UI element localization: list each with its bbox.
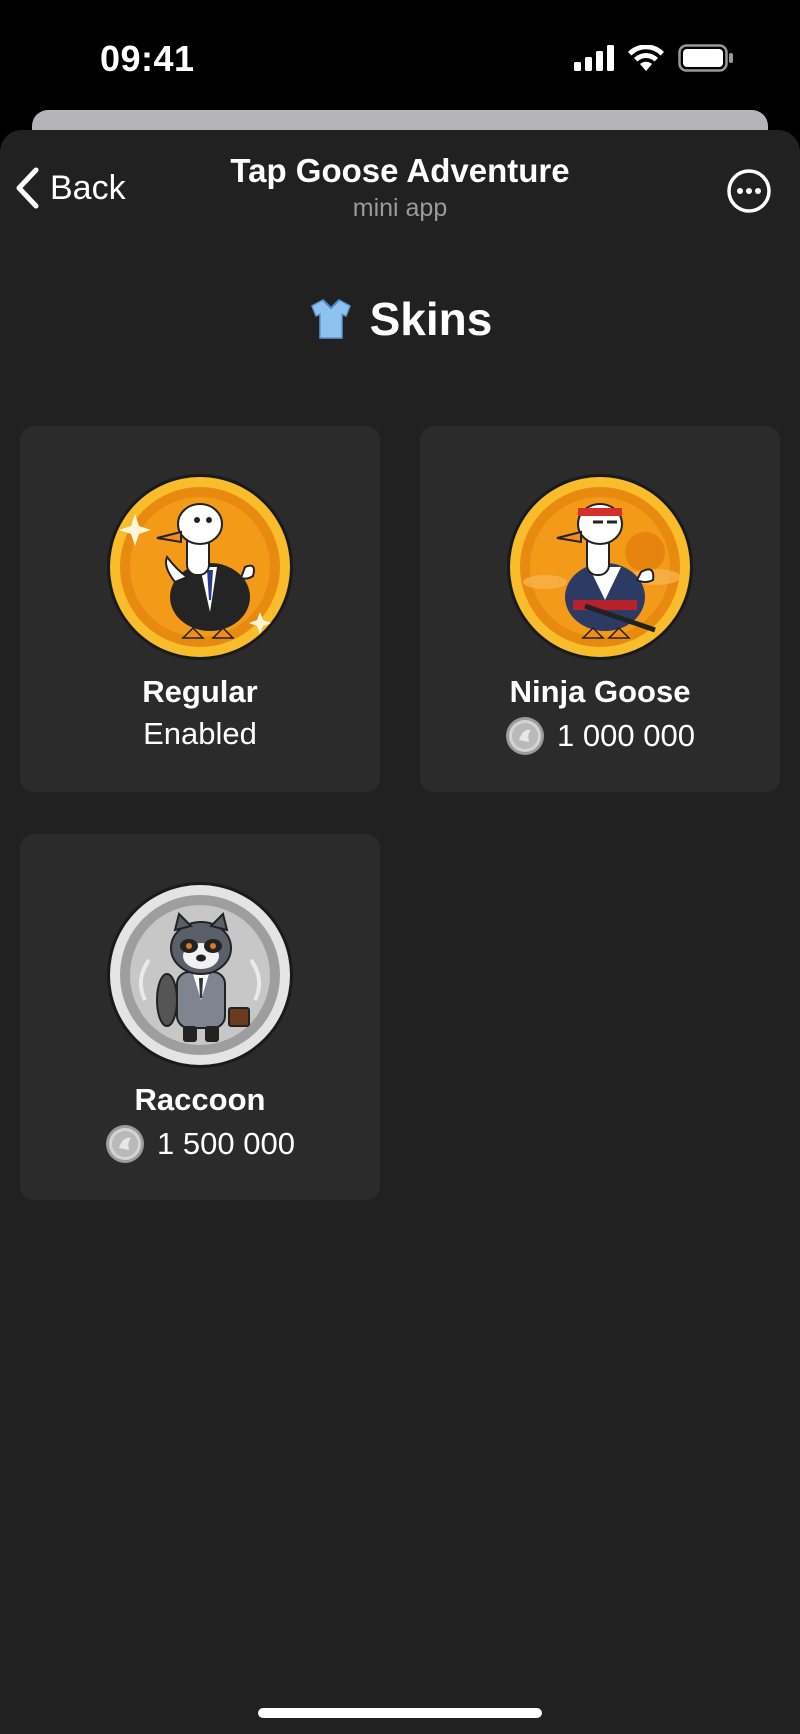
status-time: 09:41: [100, 38, 195, 79]
status-icons: [574, 44, 734, 72]
skin-price: 1 000 000: [420, 716, 780, 756]
wifi-icon: [628, 45, 664, 71]
ninja-goose-avatar: [507, 474, 693, 660]
home-indicator[interactable]: [258, 1708, 542, 1718]
app-subtitle: mini app: [352, 194, 448, 222]
silver-coin-icon: [506, 717, 545, 755]
more-icon: [727, 169, 771, 213]
more-options-button[interactable]: [726, 168, 772, 219]
header-title-block: Tap Goose Adventure mini app: [0, 152, 800, 223]
section-heading: Skins: [0, 292, 800, 346]
skin-name: Raccoon: [134, 1082, 266, 1117]
mini-app-sheet: Back Tap Goose Adventure mini app Skins: [0, 130, 800, 1734]
skin-card-ninja-goose[interactable]: Ninja Goose 1 000 000: [420, 426, 780, 792]
skin-status: Enabled: [20, 716, 380, 752]
skin-price-value: 1 000 000: [557, 718, 695, 753]
skin-price: 1 500 000: [20, 1124, 380, 1164]
skin-name: Regular: [142, 674, 258, 709]
shirt-icon: [310, 299, 351, 339]
raccoon-avatar: [107, 882, 293, 1068]
silver-coin-icon: [106, 1125, 145, 1163]
header: Back Tap Goose Adventure mini app: [0, 130, 800, 240]
skin-status-label: Enabled: [143, 716, 257, 751]
section-title: Skins: [369, 293, 493, 345]
skin-avatar-ninja-goose: [505, 472, 695, 662]
skin-card-raccoon[interactable]: Raccoon 1 500 000: [20, 834, 380, 1200]
skin-card-regular[interactable]: Regular Enabled: [20, 426, 380, 792]
cellular-signal-icon: [574, 45, 614, 71]
skin-avatar-regular: [105, 472, 295, 662]
skin-price-value: 1 500 000: [157, 1126, 295, 1161]
goose-suit-avatar: [107, 474, 293, 660]
skin-avatar-raccoon: [105, 880, 295, 1070]
skin-name: Ninja Goose: [509, 674, 691, 709]
status-bar: 09:41: [0, 0, 800, 110]
app-title: Tap Goose Adventure: [230, 152, 570, 189]
battery-icon: [678, 44, 733, 72]
